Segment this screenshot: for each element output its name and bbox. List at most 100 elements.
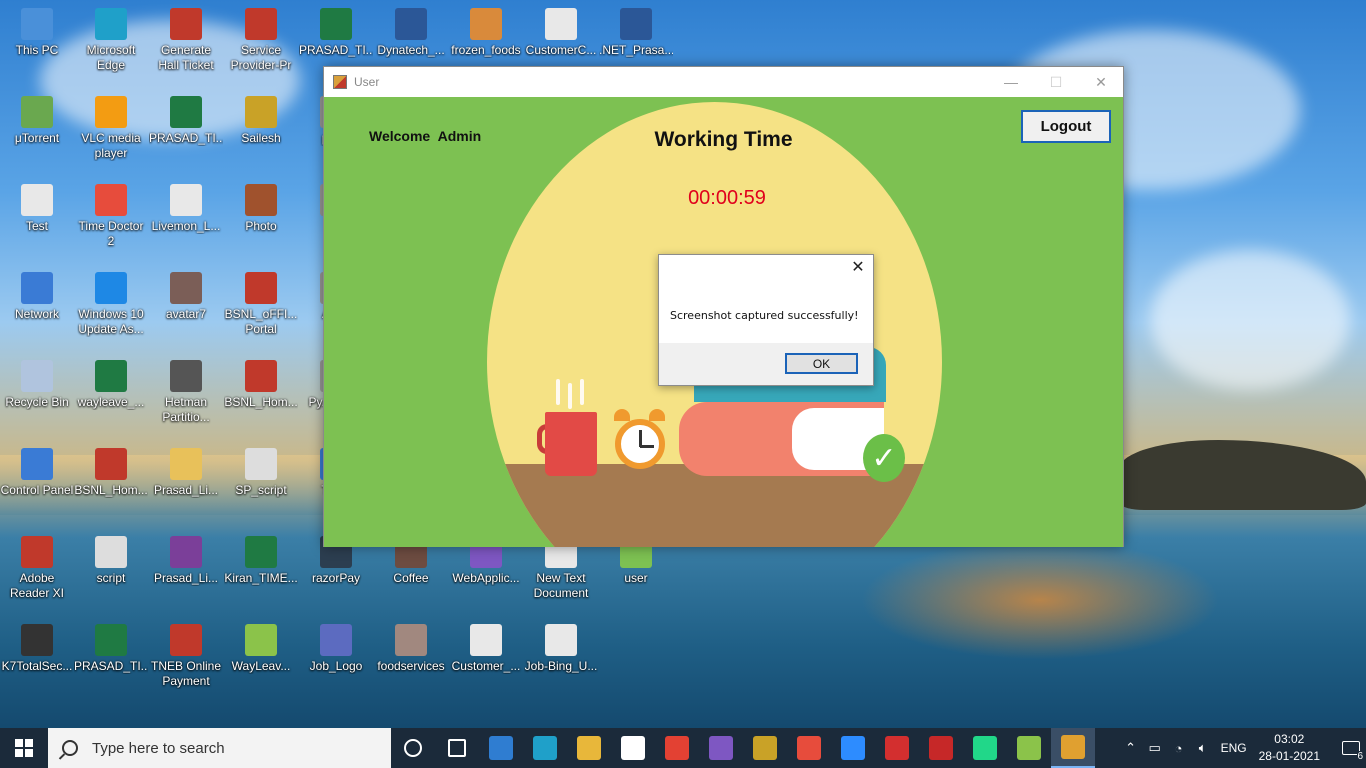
sunset-reflection: [860, 540, 1220, 660]
taskbar-button[interactable]: [1007, 728, 1051, 768]
taskbar: Type here to search ⌃ ▭ ◔ 🔈︎ ENG 03:02 2…: [0, 728, 1366, 768]
k7-icon: [21, 624, 53, 656]
desktop-icon-label: Dynatech_...: [377, 43, 445, 57]
desktop-icon[interactable]: Generate Hall Ticket: [149, 2, 223, 86]
taskbar-button[interactable]: [655, 728, 699, 768]
taskbar-button[interactable]: [831, 728, 875, 768]
windows-logo-icon: [15, 739, 33, 757]
pdf-icon: [95, 448, 127, 480]
desktop-icon-label: BSNL_Hom...: [224, 395, 298, 409]
window-titlebar[interactable]: User — ☐ ✕: [324, 67, 1123, 97]
desktop-icon[interactable]: avatar7: [149, 266, 223, 350]
desktop-icon[interactable]: K7TotalSec...: [0, 618, 74, 702]
pycharm-icon: [973, 736, 997, 760]
steam-decor: [580, 379, 584, 405]
taskbar-button[interactable]: [787, 728, 831, 768]
excel-icon: [95, 624, 127, 656]
taskbar-button[interactable]: [435, 728, 479, 768]
desktop-icon[interactable]: WayLeav...: [224, 618, 298, 702]
desktop-icon[interactable]: Control Panel: [0, 442, 74, 526]
pdf-icon: [245, 8, 277, 40]
taskbar-button[interactable]: [875, 728, 919, 768]
desktop-icon[interactable]: Photo: [224, 178, 298, 262]
desktop-icon[interactable]: This PC: [0, 2, 74, 86]
desktop-icon[interactable]: Prasad_Li...: [149, 530, 223, 614]
desktop-icon[interactable]: BSNL_oFFI... Portal: [224, 266, 298, 350]
desktop-icon[interactable]: wayleave_...: [74, 354, 148, 438]
excel-app-icon: [1017, 736, 1041, 760]
taskbar-button[interactable]: [479, 728, 523, 768]
desktop-icon[interactable]: Kiran_TIME...: [224, 530, 298, 614]
taskbar-button[interactable]: [523, 728, 567, 768]
wifi-icon[interactable]: ◔: [1167, 741, 1191, 756]
action-center-button[interactable]: 6: [1336, 728, 1366, 768]
desktop-icon[interactable]: Test: [0, 178, 74, 262]
clock-bell: [649, 409, 665, 421]
desktop-icon[interactable]: BSNL_Hom...: [74, 442, 148, 526]
desktop-icon[interactable]: script: [74, 530, 148, 614]
taskbar-button[interactable]: [1051, 728, 1095, 768]
desktop-icon[interactable]: PRASAD_TI...: [149, 90, 223, 174]
volume-icon[interactable]: 🔈︎: [1191, 740, 1215, 756]
maximize-button[interactable]: ☐: [1033, 67, 1079, 97]
desktop-icon-label: WebApplic...: [452, 571, 520, 585]
desktop-icon[interactable]: PRASAD_TI...: [74, 618, 148, 702]
desktop-icon[interactable]: Recycle Bin: [0, 354, 74, 438]
app-icon: [333, 75, 347, 89]
language-indicator[interactable]: ENG: [1221, 741, 1247, 755]
close-button[interactable]: ✕: [1078, 67, 1124, 97]
start-button[interactable]: [0, 728, 48, 768]
app2-icon: [929, 736, 953, 760]
taskbar-button[interactable]: [391, 728, 435, 768]
taskbar-button[interactable]: [919, 728, 963, 768]
dialog-footer: OK: [659, 343, 873, 385]
desktop-icon[interactable]: foodservices: [374, 618, 448, 702]
desktop-icon[interactable]: Customer_...: [449, 618, 523, 702]
desktop-icon[interactable]: Hetman Partitio...: [149, 354, 223, 438]
excel-icon: [170, 96, 202, 128]
desktop-icon[interactable]: μTorrent: [0, 90, 74, 174]
desktop-icon[interactable]: Network: [0, 266, 74, 350]
desktop-icon-label: BSNL_Hom...: [74, 483, 148, 497]
desktop-icon[interactable]: Time Doctor 2: [74, 178, 148, 262]
recycle-bin-icon: [21, 360, 53, 392]
taskbar-apps: [391, 728, 1095, 768]
desktop-icon[interactable]: Microsoft Edge: [74, 2, 148, 86]
minimize-button[interactable]: —: [988, 67, 1034, 97]
desktop-icon[interactable]: SP_script: [224, 442, 298, 526]
desktop-icon-label: Service Provider-Pr: [230, 43, 292, 72]
store-icon: [621, 736, 645, 760]
desktop-icon[interactable]: Livemon_L...: [149, 178, 223, 262]
desktop-icon[interactable]: TNEB Online Payment: [149, 618, 223, 702]
clock-time: 03:02: [1274, 732, 1305, 746]
desktop-icon[interactable]: Prasad_Li...: [149, 442, 223, 526]
system-tray: ⌃ ▭ ◔ 🔈︎ ENG 03:02 28-01-2021 6: [1119, 728, 1366, 768]
taskbar-button[interactable]: [567, 728, 611, 768]
desktop-icon[interactable]: Windows 10 Update As...: [74, 266, 148, 350]
desktop-icon[interactable]: Service Provider-Pr: [224, 2, 298, 86]
desktop-icon[interactable]: Sailesh: [224, 90, 298, 174]
excel-icon: [245, 536, 277, 568]
image-icon: [395, 624, 427, 656]
taskbar-search[interactable]: Type here to search: [48, 728, 391, 768]
taskbar-button[interactable]: [699, 728, 743, 768]
taskbar-button[interactable]: [963, 728, 1007, 768]
taskbar-button[interactable]: [611, 728, 655, 768]
desktop-icon[interactable]: Job_Logo: [299, 618, 373, 702]
desktop-icon-label: wayleave_...: [77, 395, 145, 409]
battery-icon[interactable]: ▭: [1143, 740, 1167, 756]
dialog-close-button[interactable]: ✕: [849, 259, 867, 277]
desktop-icon-label: Coffee: [393, 571, 429, 585]
notification-count: 6: [1357, 751, 1363, 762]
ok-button[interactable]: OK: [785, 353, 858, 374]
desktop-icon[interactable]: VLC media player: [74, 90, 148, 174]
edge-icon: [533, 736, 557, 760]
chevron-up-icon[interactable]: ⌃: [1119, 740, 1143, 756]
desktop-icon[interactable]: Adobe Reader XI: [0, 530, 74, 614]
taskbar-clock[interactable]: 03:02 28-01-2021: [1259, 731, 1320, 765]
taskbar-button[interactable]: [743, 728, 787, 768]
desktop-icon[interactable]: Job-Bing_U...: [524, 618, 598, 702]
logout-button[interactable]: Logout: [1021, 110, 1111, 143]
pdf-icon: [245, 360, 277, 392]
desktop-icon[interactable]: BSNL_Hom...: [224, 354, 298, 438]
